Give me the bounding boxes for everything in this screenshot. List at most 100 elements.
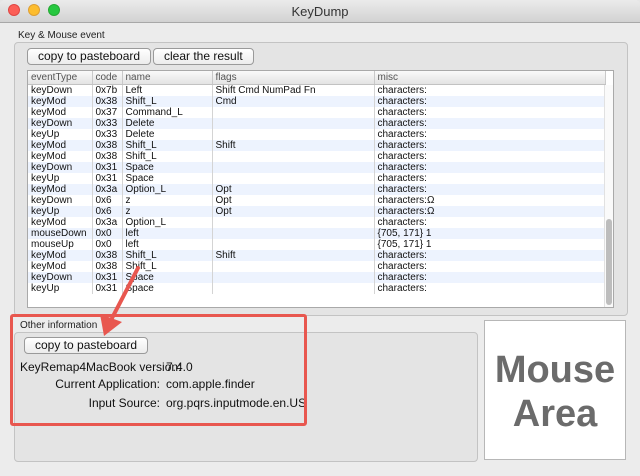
cell-eventtype: keyUp	[28, 129, 93, 140]
table-row[interactable]: keyDown 0x31 Space characters:	[28, 162, 606, 173]
cell-flags: Opt	[212, 206, 375, 217]
cell-eventtype: keyMod	[28, 107, 93, 118]
column-header-code[interactable]: code	[92, 71, 123, 85]
highlight-box	[10, 314, 307, 426]
table-row[interactable]: keyMod 0x38 Shift_L Shift characters:	[28, 250, 606, 261]
table-row[interactable]: keyMod 0x38 Shift_L Cmd characters:	[28, 96, 606, 107]
table-row[interactable]: mouseDown 0x0 left {705, 171} 1	[28, 228, 606, 239]
cell-flags: Shift Cmd NumPad Fn	[212, 84, 375, 96]
event-table[interactable]: eventType code name flags misc keyDown 0x…	[27, 70, 614, 308]
cell-code: 0x6	[92, 195, 123, 206]
table-row[interactable]: keyDown 0x31 Space characters:	[28, 272, 606, 283]
column-header-misc[interactable]: misc	[374, 71, 606, 85]
cell-code: 0x31	[92, 272, 123, 283]
cell-misc: characters:	[374, 162, 606, 173]
cell-code: 0x38	[92, 96, 123, 107]
table-row[interactable]: keyUp 0x6 z Opt characters:Ω	[28, 206, 606, 217]
cell-code: 0x38	[92, 151, 123, 162]
cell-name: Space	[122, 272, 213, 283]
copy-events-button[interactable]: copy to pasteboard	[27, 48, 152, 65]
cell-eventtype: keyMod	[28, 261, 93, 272]
cell-name: Option_L	[122, 217, 213, 228]
cell-misc: characters:	[374, 217, 606, 228]
mouse-area[interactable]: Mouse Area	[484, 320, 626, 460]
cell-eventtype: keyDown	[28, 272, 93, 283]
window-title: KeyDump	[291, 4, 349, 19]
cell-name: Option_L	[122, 184, 213, 195]
cell-flags	[212, 261, 375, 272]
cell-code: 0x6	[92, 206, 123, 217]
cell-name: Delete	[122, 118, 213, 129]
cell-misc: characters:Ω	[374, 206, 606, 217]
cell-eventtype: keyMod	[28, 151, 93, 162]
cell-misc: characters:	[374, 118, 606, 129]
cell-flags: Opt	[212, 195, 375, 206]
column-header-eventtype[interactable]: eventType	[28, 71, 93, 85]
cell-name: Left	[122, 84, 213, 96]
column-header-flags[interactable]: flags	[212, 71, 375, 85]
table-row[interactable]: keyMod 0x37 Command_L characters:	[28, 107, 606, 118]
cell-code: 0x0	[92, 239, 123, 250]
cell-code: 0x37	[92, 107, 123, 118]
cell-flags: Shift	[212, 250, 375, 261]
cell-code: 0x38	[92, 250, 123, 261]
cell-name: Shift_L	[122, 261, 213, 272]
cell-flags	[212, 283, 375, 294]
cell-name: Delete	[122, 129, 213, 140]
cell-code: 0x33	[92, 118, 123, 129]
cell-flags	[212, 173, 375, 184]
table-row[interactable]: keyDown 0x7b Left Shift Cmd NumPad Fn charac…	[28, 84, 606, 96]
cell-name: Space	[122, 162, 213, 173]
cell-misc: characters:	[374, 184, 606, 195]
table-row[interactable]: keyMod 0x38 Shift_L characters:	[28, 151, 606, 162]
table-scroll-thumb[interactable]	[606, 219, 612, 305]
table-row[interactable]: keyDown 0x33 Delete characters:	[28, 118, 606, 129]
table-row[interactable]: keyMod 0x38 Shift_L characters:	[28, 261, 606, 272]
table-row[interactable]: mouseUp 0x0 left {705, 171} 1	[28, 239, 606, 250]
cell-code: 0x38	[92, 140, 123, 151]
cell-flags	[212, 162, 375, 173]
cell-name: z	[122, 206, 213, 217]
cell-misc: characters:	[374, 107, 606, 118]
cell-name: Shift_L	[122, 250, 213, 261]
cell-eventtype: keyDown	[28, 84, 93, 96]
table-row[interactable]: keyUp 0x31 Space characters:	[28, 283, 606, 294]
table-row[interactable]: keyUp 0x31 Space characters:	[28, 173, 606, 184]
cell-eventtype: keyUp	[28, 173, 93, 184]
cell-name: Command_L	[122, 107, 213, 118]
cell-eventtype: keyDown	[28, 195, 93, 206]
cell-misc: characters:Ω	[374, 195, 606, 206]
table-row[interactable]: keyDown 0x6 z Opt characters:Ω	[28, 195, 606, 206]
cell-name: Shift_L	[122, 96, 213, 107]
cell-flags	[212, 151, 375, 162]
cell-code: 0x3a	[92, 184, 123, 195]
cell-name: Shift_L	[122, 140, 213, 151]
table-scrollbar[interactable]	[604, 85, 613, 307]
cell-misc: characters:	[374, 140, 606, 151]
table-row[interactable]: keyMod 0x38 Shift_L Shift characters:	[28, 140, 606, 151]
cell-flags: Opt	[212, 184, 375, 195]
cell-code: 0x38	[92, 261, 123, 272]
mouse-area-text-line1: Mouse	[494, 349, 616, 391]
cell-misc: characters:	[374, 173, 606, 184]
cell-flags	[212, 239, 375, 250]
cell-flags	[212, 118, 375, 129]
title-bar[interactable]: KeyDump	[0, 0, 640, 23]
column-header-name[interactable]: name	[122, 71, 213, 85]
cell-name: left	[122, 239, 213, 250]
cell-flags	[212, 129, 375, 140]
cell-code: 0x31	[92, 173, 123, 184]
cell-eventtype: keyMod	[28, 250, 93, 261]
cell-code: 0x0	[92, 228, 123, 239]
table-row[interactable]: keyUp 0x33 Delete characters:	[28, 129, 606, 140]
cell-eventtype: keyMod	[28, 96, 93, 107]
table-header-row: eventType code name flags misc	[28, 71, 606, 85]
keydump-window: KeyDump Key & Mouse event copy to pasteb…	[0, 0, 640, 476]
cell-flags	[212, 228, 375, 239]
cell-flags	[212, 272, 375, 283]
clear-result-button[interactable]: clear the result	[153, 48, 254, 65]
cell-flags: Shift	[212, 140, 375, 151]
cell-eventtype: keyDown	[28, 118, 93, 129]
table-row[interactable]: keyMod 0x3a Option_L characters:	[28, 217, 606, 228]
table-row[interactable]: keyMod 0x3a Option_L Opt characters:	[28, 184, 606, 195]
